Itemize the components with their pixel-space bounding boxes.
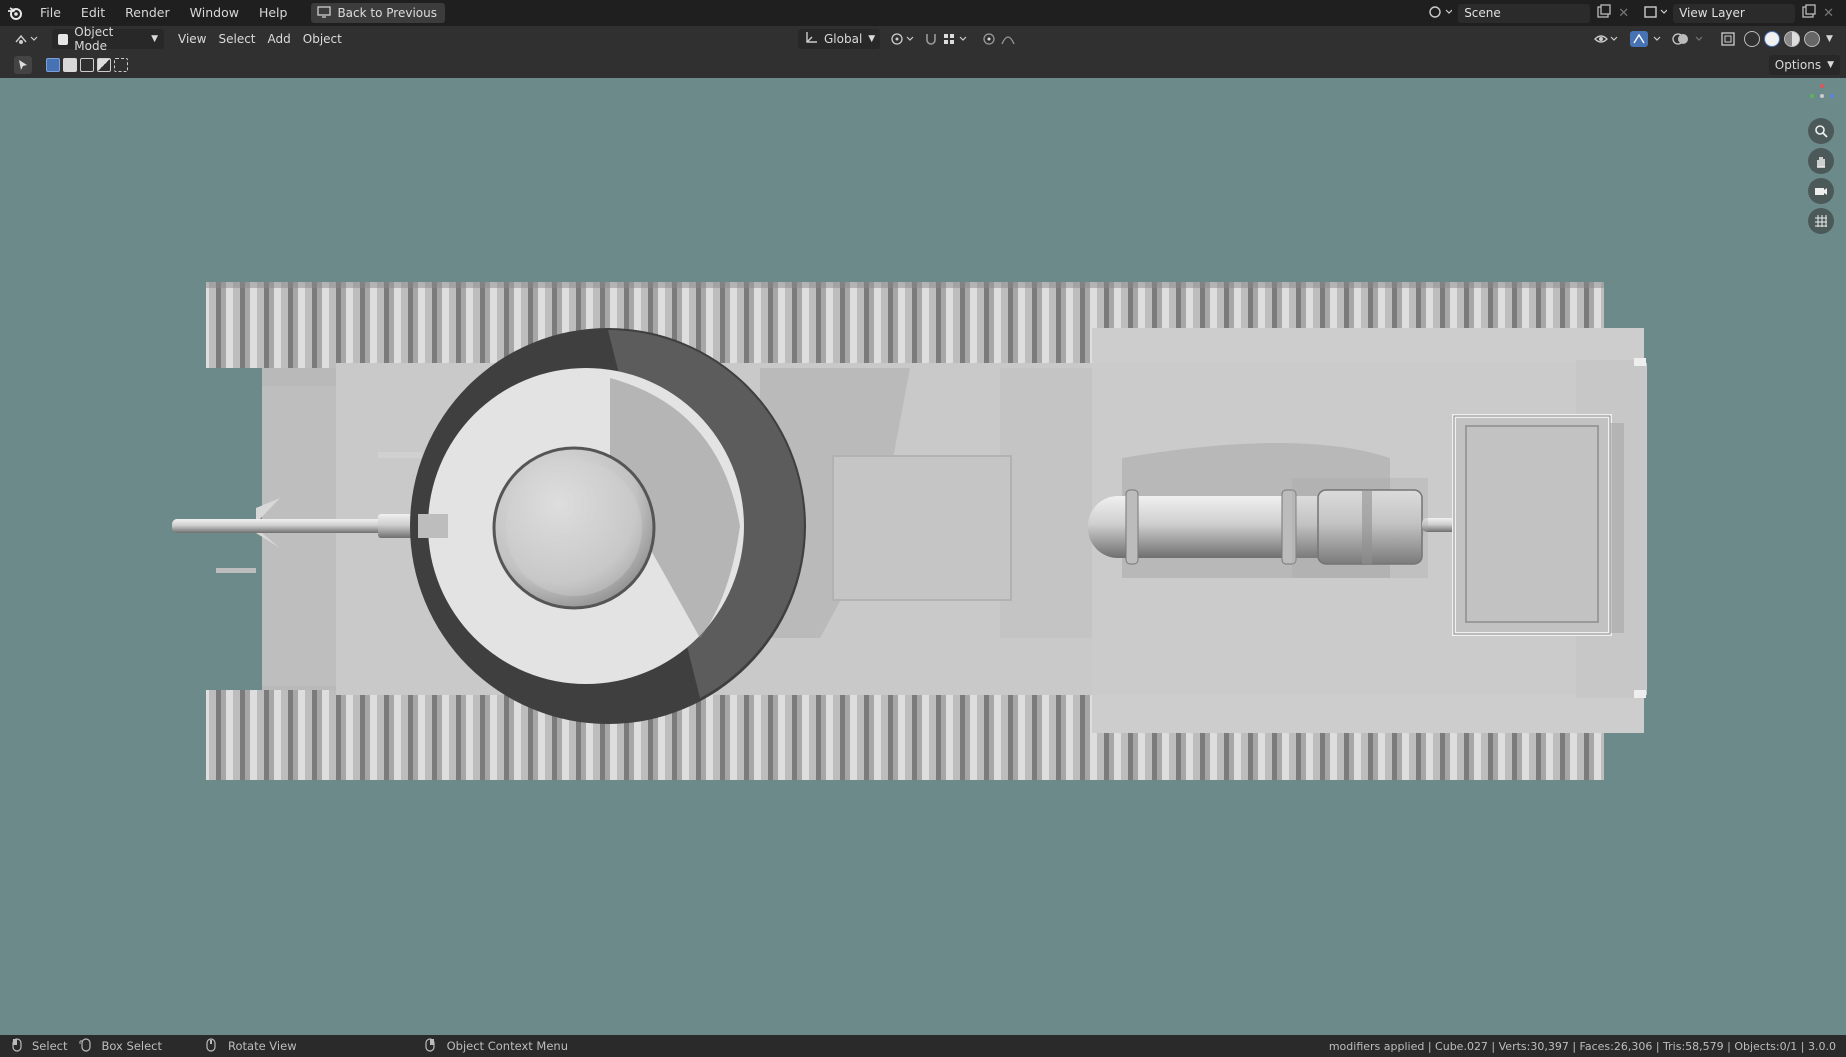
status-rotate-label: Rotate View <box>228 1039 297 1053</box>
object-mode-icon <box>58 33 69 45</box>
tool-settings-bar: Options ▼ <box>0 52 1846 78</box>
select-extend-icon[interactable] <box>63 58 77 72</box>
chevron-down-icon: ▼ <box>868 34 876 44</box>
viewport-header: Object Mode ▼ View Select Add Object Glo… <box>0 25 1846 53</box>
rear-hatch <box>1452 414 1612 636</box>
menu-object[interactable]: Object <box>297 29 348 49</box>
back-to-previous-label: Back to Previous <box>337 6 437 20</box>
delete-scene-icon[interactable]: ✕ <box>1618 6 1629 21</box>
screen-icon <box>317 5 332 21</box>
status-context-label: Object Context Menu <box>446 1039 568 1053</box>
grid-icon[interactable] <box>1808 208 1834 234</box>
menu-help[interactable]: Help <box>249 0 298 26</box>
mouse-drag-icon <box>79 1037 93 1055</box>
hull-hatch <box>832 455 1012 601</box>
3d-viewport[interactable] <box>0 78 1846 1035</box>
xray-toggle[interactable] <box>1714 29 1742 49</box>
mouse-left-icon <box>12 1037 22 1055</box>
view-layer-field[interactable]: View Layer <box>1673 3 1796 23</box>
object-mode-dropdown[interactable]: Object Mode ▼ <box>52 25 164 53</box>
delete-view-layer-icon[interactable]: ✕ <box>1823 6 1834 21</box>
zoom-icon[interactable] <box>1808 118 1834 144</box>
transform-orientation-label: Global <box>824 32 863 46</box>
scene-field[interactable]: Scene <box>1458 3 1591 23</box>
options-dropdown[interactable]: Options ▼ <box>1768 55 1840 75</box>
select-new-icon[interactable] <box>46 58 60 72</box>
status-select-label: Select <box>32 1039 68 1053</box>
select-invert-icon[interactable] <box>97 58 111 72</box>
proportional-editing-toggle[interactable] <box>976 29 1038 49</box>
axis-gizmo[interactable] <box>1808 82 1836 106</box>
tank-model[interactable] <box>0 78 1846 1035</box>
object-mode-label: Object Mode <box>74 25 114 53</box>
scene-layer-group: Scene ✕ View Layer ✕ <box>1428 0 1846 26</box>
menu-edit[interactable]: Edit <box>71 0 115 26</box>
shading-modes: ▼ <box>1742 31 1833 47</box>
view-layer-name: View Layer <box>1679 6 1745 20</box>
new-view-layer-icon[interactable] <box>1801 3 1817 23</box>
menu-add[interactable]: Add <box>262 29 297 49</box>
scene-statistics: modifiers applied | Cube.027 | Verts:30,… <box>1328 1039 1836 1053</box>
menu-view[interactable]: View <box>172 29 212 49</box>
editor-type-button[interactable] <box>8 29 46 49</box>
menu-select[interactable]: Select <box>212 29 261 49</box>
menu-file[interactable]: File <box>30 0 71 26</box>
hand-pan-icon[interactable] <box>1808 148 1834 174</box>
scene-name: Scene <box>1464 6 1501 20</box>
chevron-down-icon: ▼ <box>151 34 158 44</box>
blender-logo-icon[interactable] <box>0 0 30 26</box>
chevron-down-icon: ▼ <box>1827 60 1834 70</box>
camera-icon[interactable] <box>1808 178 1834 204</box>
chevron-down-icon[interactable]: ▼ <box>1826 34 1833 44</box>
options-label: Options <box>1774 58 1822 72</box>
solid-shading-icon[interactable] <box>1764 31 1780 47</box>
object-visibility-dropdown[interactable] <box>1588 29 1628 49</box>
select-intersect-icon[interactable] <box>114 58 128 72</box>
status-box-select-label: Box Select <box>101 1039 162 1053</box>
transform-orientation-dropdown[interactable]: Global ▼ <box>798 29 880 49</box>
top-bar: File Edit Render Window Help Back to Pre… <box>0 0 1846 26</box>
tool-icon[interactable] <box>14 56 32 74</box>
menu-render[interactable]: Render <box>115 0 180 26</box>
wireframe-shading-icon[interactable] <box>1744 31 1760 47</box>
selection-mode-group <box>46 58 128 72</box>
back-to-previous-button[interactable]: Back to Previous <box>311 3 445 23</box>
menu-window[interactable]: Window <box>180 0 249 26</box>
material-shading-icon[interactable] <box>1784 31 1800 47</box>
status-bar: Select Box Select Rotate View Object Con… <box>0 1035 1846 1057</box>
mouse-middle-icon <box>206 1037 216 1055</box>
view-layer-selector-icon[interactable] <box>1643 4 1668 23</box>
orientation-axes-icon <box>804 31 818 48</box>
overlays-toggle[interactable] <box>1666 29 1718 49</box>
gizmo-toggle[interactable] <box>1624 29 1672 49</box>
scene-selector-icon[interactable] <box>1428 4 1453 23</box>
rendered-shading-icon[interactable] <box>1804 31 1820 47</box>
new-scene-icon[interactable] <box>1596 3 1612 23</box>
mouse-right-icon <box>425 1037 435 1055</box>
select-subtract-icon[interactable] <box>80 58 94 72</box>
